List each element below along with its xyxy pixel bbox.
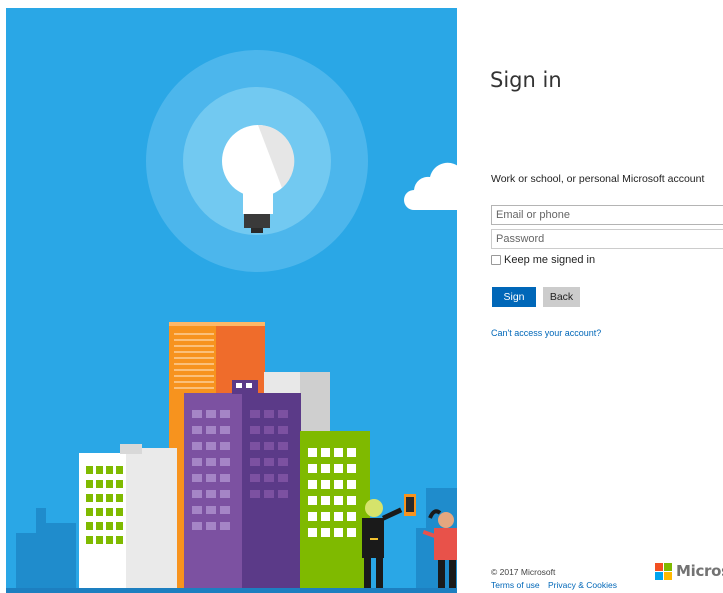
page-title: Sign in	[490, 68, 562, 92]
terms-of-use-link[interactable]: Terms of use	[491, 580, 540, 590]
privacy-cookies-link[interactable]: Privacy & Cookies	[548, 580, 617, 590]
microsoft-logo-icon	[655, 562, 672, 580]
back-button[interactable]: Back	[543, 287, 580, 307]
white-building	[79, 444, 177, 593]
person-with-tablet	[362, 494, 416, 593]
keep-signed-in[interactable]: Keep me signed in	[491, 254, 595, 266]
sign-in-panel: Sign in Work or school, or personal Micr…	[490, 0, 723, 593]
cant-access-account-link[interactable]: Can't access your account?	[491, 328, 601, 338]
sign-in-button[interactable]: Sign in	[492, 287, 536, 323]
cloud-illustration	[404, 162, 462, 210]
microsoft-logo: Microsoft	[655, 562, 723, 580]
hero-illustration	[6, 8, 457, 593]
keep-signed-in-checkbox[interactable]	[491, 255, 501, 265]
email-input[interactable]	[491, 205, 723, 225]
keep-signed-in-label: Keep me signed in	[504, 254, 596, 266]
ground	[6, 588, 457, 593]
copyright-text: © 2017 Microsoft	[491, 567, 556, 577]
purple-building	[184, 380, 301, 593]
green-building	[300, 431, 370, 593]
account-type-text: Work or school, or personal Microsoft ac…	[491, 173, 705, 185]
microsoft-wordmark: Microsoft	[676, 562, 723, 580]
password-input[interactable]	[491, 229, 723, 249]
city-lightbulb-illustration	[6, 50, 457, 593]
